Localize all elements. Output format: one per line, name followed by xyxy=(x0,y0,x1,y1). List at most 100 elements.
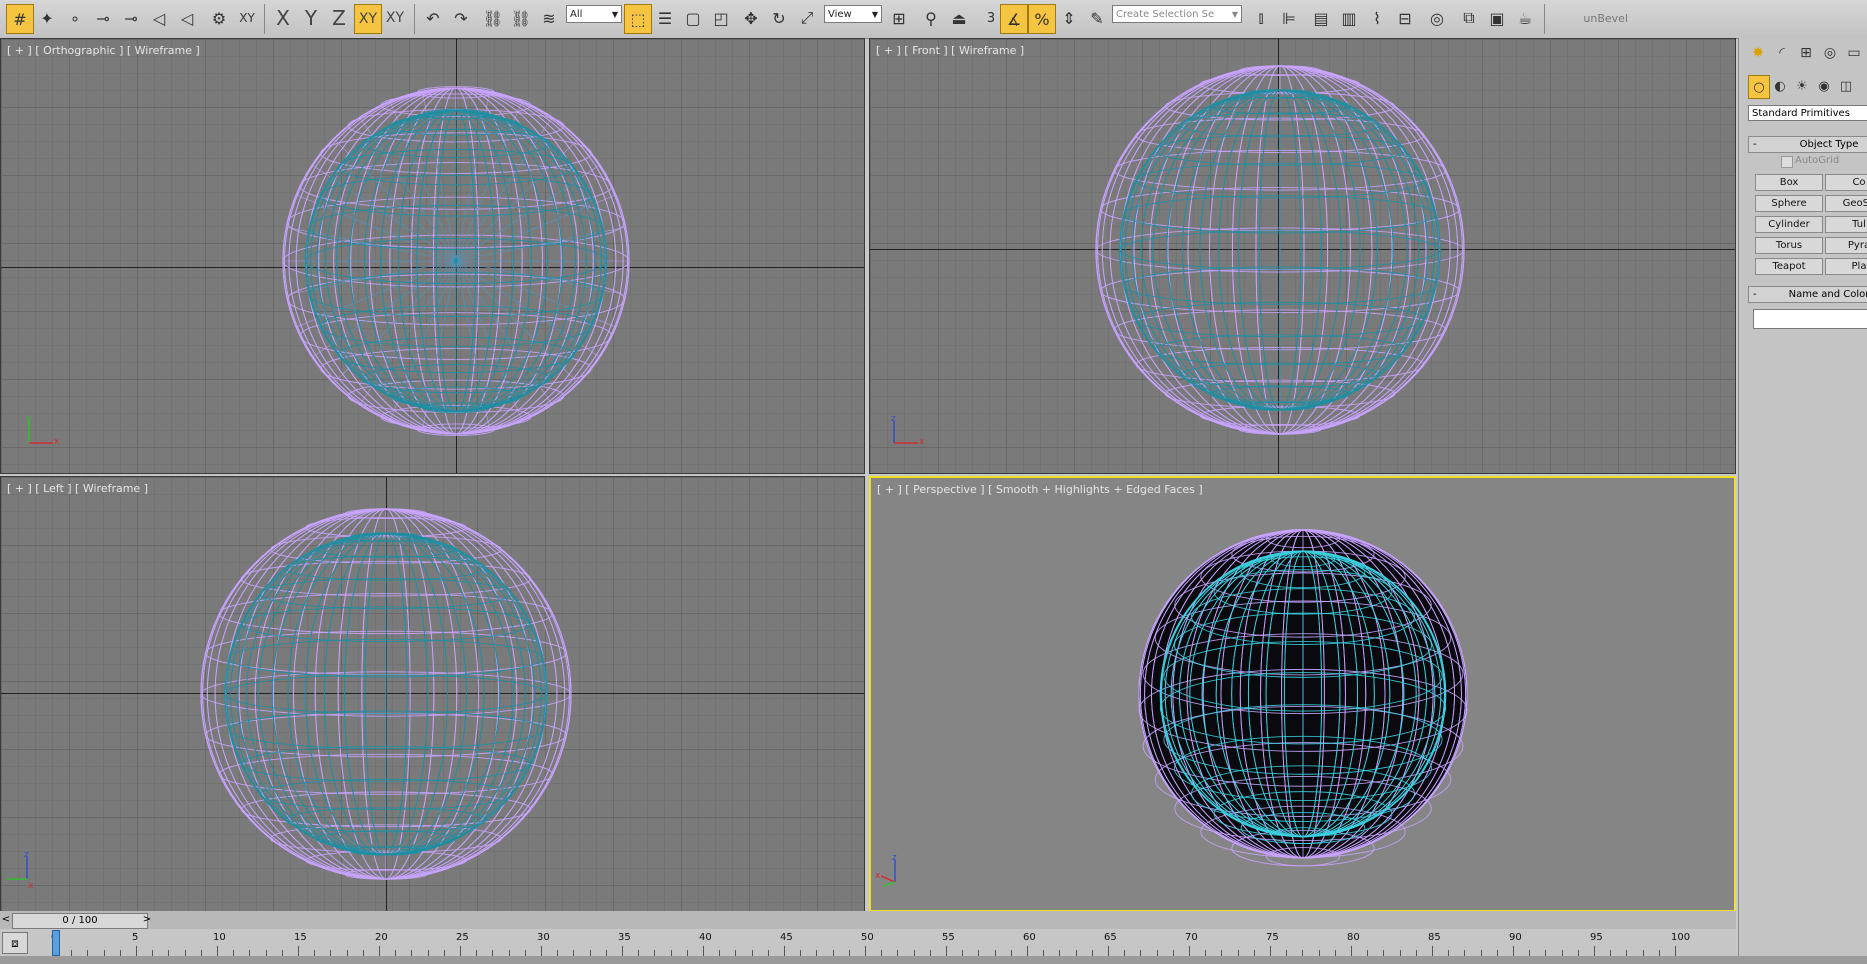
snap-xy-icon[interactable]: XY xyxy=(234,4,260,32)
sphere-wireframe[interactable] xyxy=(1060,38,1500,473)
object-type-rollout[interactable]: - Object Type xyxy=(1748,136,1867,153)
timeline-tick-label: 30 xyxy=(537,932,550,943)
axis-x-button[interactable]: X xyxy=(270,4,296,32)
timeline-tick-mark xyxy=(217,946,218,956)
keyboard-shortcut-toggle-icon[interactable]: ⏏ xyxy=(946,4,972,32)
track-bar[interactable]: ⧈ 05101520253035404550556065707580859095… xyxy=(0,930,1736,956)
render-teapot-icon[interactable]: ☕ xyxy=(1512,4,1538,32)
window-crossing-icon[interactable]: ◰ xyxy=(708,4,734,32)
mini-curve-editor-icon[interactable]: ⧈ xyxy=(2,932,28,954)
axis-z-button[interactable]: Z xyxy=(326,4,352,32)
named-selection-dropdown[interactable]: Create Selection Se ▼ xyxy=(1112,5,1242,23)
snap-vertex-icon[interactable]: ∘ xyxy=(62,4,88,32)
snap-point-icon[interactable]: ✦ xyxy=(34,4,60,32)
primitives-dropdown[interactable]: Standard Primitives xyxy=(1748,105,1867,121)
select-by-name-icon[interactable]: ☰ xyxy=(652,4,678,32)
unlink-icon[interactable]: ⛓ xyxy=(508,4,534,32)
sphere-wireframe[interactable] xyxy=(165,476,607,912)
rendered-frame-icon[interactable]: ▣ xyxy=(1484,4,1510,32)
link-icon[interactable]: ⛓ xyxy=(480,4,506,32)
edit-named-selection-icon[interactable]: ✎ xyxy=(1084,4,1110,32)
box-button[interactable]: Box xyxy=(1755,174,1823,191)
snap-grid-icon[interactable]: # xyxy=(6,4,34,34)
viewport-label[interactable]: [ + ] [ Orthographic ] [ Wireframe ] xyxy=(7,44,200,57)
material-editor-icon[interactable]: ◎ xyxy=(1424,4,1450,32)
spinner-snap-icon[interactable]: ⇕ xyxy=(1056,4,1082,32)
curve-editor-icon[interactable]: ⌇ xyxy=(1364,4,1390,32)
cameras-icon[interactable]: ◉ xyxy=(1814,75,1834,97)
timeline-tick-label: 85 xyxy=(1428,932,1441,943)
snap-endpoint-icon[interactable]: ⊸ xyxy=(90,4,116,32)
current-frame-marker[interactable] xyxy=(52,930,60,956)
timeline-tick-label: 80 xyxy=(1347,932,1360,943)
viewport-front[interactable]: [ + ] [ Front ] [ Wireframe ] z x xyxy=(869,38,1736,474)
main-toolbar: # ✦ ∘ ⊸ ⊸ ◁ ◁ ⚙ XY X Y Z XY XY ↶ ↷ ⛓ ⛓ ≋… xyxy=(0,0,1867,39)
helpers-icon[interactable]: ◫ xyxy=(1836,75,1856,97)
viewport-label[interactable]: [ + ] [ Perspective ] [ Smooth + Highlig… xyxy=(877,483,1203,496)
snap-edge-icon[interactable]: ◁ xyxy=(146,4,172,32)
brand-label: unBevel xyxy=(1583,12,1628,25)
cone-button[interactable]: Co xyxy=(1825,174,1867,191)
snap-settings-icon[interactable]: ⚙ xyxy=(206,4,232,32)
timeline-tick-label: 25 xyxy=(456,932,469,943)
create-tab-icon[interactable]: ✸ xyxy=(1747,42,1769,64)
undo-icon[interactable]: ↶ xyxy=(420,4,446,32)
geometry-icon[interactable]: ○ xyxy=(1748,75,1770,99)
object-name-input[interactable] xyxy=(1753,309,1867,329)
timeline-tick-label: 50 xyxy=(861,932,874,943)
torus-button[interactable]: Torus xyxy=(1755,237,1823,254)
sphere-wireframe[interactable] xyxy=(233,43,679,474)
bind-spacewarp-icon[interactable]: ≋ xyxy=(536,4,562,32)
modify-tab-icon[interactable]: ◜ xyxy=(1771,42,1793,64)
move-icon[interactable]: ✥ xyxy=(738,4,764,32)
motion-tab-icon[interactable]: ◎ xyxy=(1819,42,1841,64)
geosphere-button[interactable]: GeoSp xyxy=(1825,195,1867,212)
pivot-center-icon[interactable]: ⊞ xyxy=(886,4,912,32)
viewport-left[interactable]: [ + ] [ Left ] [ Wireframe ] z x xyxy=(0,476,865,912)
sphere-button[interactable]: Sphere xyxy=(1755,195,1823,212)
next-frame-button[interactable]: > xyxy=(141,913,153,927)
align-icon[interactable]: ⊫ xyxy=(1276,4,1302,32)
axis-xy-cycle-button[interactable]: XY xyxy=(382,4,408,32)
timeline-tick-mark xyxy=(1270,946,1271,956)
rotate-icon[interactable]: ↻ xyxy=(766,4,792,32)
axis-xy-button[interactable]: XY xyxy=(354,4,382,34)
angle-snap-icon[interactable]: ∡ xyxy=(1000,4,1028,34)
name-and-color-rollout[interactable]: - Name and Color xyxy=(1748,286,1867,303)
snap-face-icon[interactable]: ◁ xyxy=(174,4,200,32)
mirror-icon[interactable]: ⫾ xyxy=(1248,4,1274,32)
axis-tripod-icon: z x xyxy=(875,853,897,887)
percent-snap-icon[interactable]: % xyxy=(1028,4,1056,34)
schematic-view-icon[interactable]: ⊟ xyxy=(1392,4,1418,32)
prev-frame-button[interactable]: < xyxy=(0,913,12,927)
time-slider[interactable]: 0 / 100 xyxy=(12,913,148,929)
shapes-icon[interactable]: ◐ xyxy=(1770,75,1790,97)
select-manipulate-icon[interactable]: ⚲ xyxy=(918,4,944,32)
cylinder-button[interactable]: Cylinder xyxy=(1755,216,1823,233)
selection-region-icon[interactable]: ▢ xyxy=(680,4,706,32)
plane-button[interactable]: Pla xyxy=(1825,258,1867,275)
selection-filter-dropdown[interactable]: All ▼ xyxy=(566,5,622,23)
snap-midpoint-icon[interactable]: ⊸ xyxy=(118,4,144,32)
viewport-label[interactable]: [ + ] [ Front ] [ Wireframe ] xyxy=(876,44,1024,57)
viewport-label[interactable]: [ + ] [ Left ] [ Wireframe ] xyxy=(7,482,148,495)
teapot-button[interactable]: Teapot xyxy=(1755,258,1823,275)
hierarchy-tab-icon[interactable]: ⊞ xyxy=(1795,42,1817,64)
rollout-title: Name and Color xyxy=(1788,289,1867,300)
scene-explorer-icon[interactable]: ▥ xyxy=(1336,4,1362,32)
axis-y-button[interactable]: Y xyxy=(298,4,324,32)
scale-icon[interactable]: ⤢ xyxy=(794,4,820,32)
select-object-icon[interactable]: ⬚ xyxy=(624,4,652,34)
display-tab-icon[interactable]: ▭ xyxy=(1843,42,1865,64)
redo-icon[interactable]: ↷ xyxy=(448,4,474,32)
tube-button[interactable]: Tul xyxy=(1825,216,1867,233)
autogrid-checkbox[interactable] xyxy=(1781,156,1793,168)
reference-coordinate-dropdown[interactable]: View ▼ xyxy=(824,5,882,23)
pyramid-button[interactable]: Pyra xyxy=(1825,237,1867,254)
viewport-perspective[interactable]: [ + ] [ Perspective ] [ Smooth + Highlig… xyxy=(869,476,1736,912)
sphere-shaded[interactable] xyxy=(1107,498,1499,890)
lights-icon[interactable]: ☀ xyxy=(1792,75,1812,97)
layer-manager-icon[interactable]: ▤ xyxy=(1308,4,1334,32)
viewport-orthographic[interactable]: [ + ] [ Orthographic ] [ Wireframe ] y x xyxy=(0,38,865,474)
render-setup-icon[interactable]: ⧉ xyxy=(1456,4,1482,32)
